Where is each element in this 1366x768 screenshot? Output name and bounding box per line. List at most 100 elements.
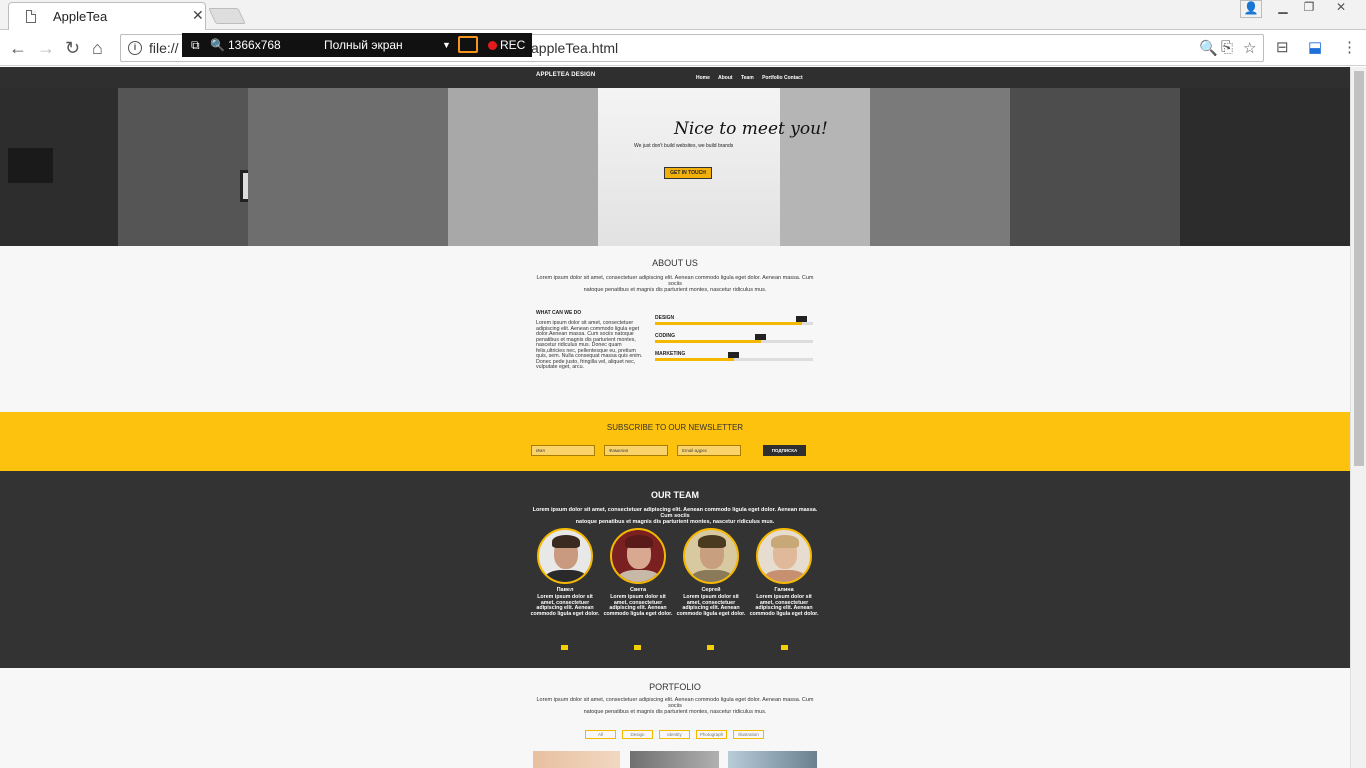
- portfolio-section: PORTFOLIO Lorem ipsum dolor sit amet, co…: [0, 668, 1350, 768]
- social-icon[interactable]: [634, 645, 641, 650]
- skill-label: DESIGN: [655, 315, 675, 321]
- nav-home[interactable]: Home: [696, 75, 710, 81]
- skill-track: [655, 352, 813, 361]
- chevron-down-icon[interactable]: ▼: [442, 40, 451, 50]
- hero-title: Nice to meet you!: [674, 119, 828, 139]
- what-we-do-title: WHAT CAN WE DO: [536, 310, 582, 316]
- info-icon[interactable]: i: [128, 41, 142, 55]
- nav-team[interactable]: Team: [741, 75, 754, 81]
- nav-about[interactable]: About: [718, 75, 732, 81]
- kfc-sign: [8, 148, 53, 183]
- skill-fill: [655, 322, 802, 325]
- skill-tooltip: [755, 334, 766, 340]
- site-header: APPLETEA DESIGN Home About Team Portfoli…: [0, 67, 1350, 88]
- window-select-icon[interactable]: ⧉: [191, 38, 200, 53]
- building-right-4: [1180, 88, 1350, 246]
- cast-icon[interactable]: ⊟: [1276, 38, 1289, 56]
- social-icon[interactable]: [561, 645, 568, 650]
- hero-section: Nice to meet you! We just don't build we…: [0, 88, 1350, 246]
- tab-close-icon[interactable]: ✕: [192, 7, 204, 24]
- filter-design[interactable]: Design: [622, 730, 653, 739]
- avatar: [756, 528, 812, 584]
- filter-all[interactable]: All: [585, 730, 616, 739]
- skill-tooltip: [796, 316, 807, 322]
- page-scrollbar[interactable]: [1350, 67, 1366, 768]
- portfolio-thumbnail[interactable]: [630, 751, 719, 768]
- camera-icon[interactable]: [458, 36, 478, 53]
- recorder-mode[interactable]: Полный экран: [324, 38, 403, 52]
- portfolio-thumbnail[interactable]: [728, 751, 817, 768]
- restore-icon[interactable]: ❐: [1298, 0, 1320, 20]
- portfolio-thumbnail[interactable]: [533, 751, 620, 768]
- home-icon[interactable]: ⌂: [92, 38, 103, 59]
- social-icon[interactable]: [707, 645, 714, 650]
- window-close-icon[interactable]: ✕: [1324, 0, 1358, 20]
- surname-field[interactable]: Фамилия: [604, 445, 668, 456]
- zoom-icon[interactable]: 🔍: [1199, 39, 1218, 57]
- member-name: Павел: [556, 587, 574, 593]
- portfolio-text-line2: natoque penatibus et magnis dis parturie…: [583, 709, 767, 715]
- new-tab-button[interactable]: [208, 8, 246, 24]
- social-icon[interactable]: [781, 645, 788, 650]
- skill-design: DESIGN: [655, 315, 813, 333]
- member-name: Сергей: [701, 587, 721, 593]
- name-field[interactable]: Имя: [531, 445, 595, 456]
- screen-recorder-bar: ⧉ 🔍 1366x768 Полный экран ▼ REC: [182, 33, 532, 57]
- tab-strip: AppleTea ✕ 👤 ▁ ❐ ✕: [0, 0, 1366, 30]
- record-dot-icon: [488, 41, 497, 50]
- member-bio: Lorem ipsum dolor sit amet, consectetuer…: [530, 594, 600, 617]
- about-section: ABOUT US Lorem ipsum dolor sit amet, con…: [0, 246, 1350, 412]
- menu-icon[interactable]: ⋮: [1342, 38, 1357, 56]
- about-text-line1: Lorem ipsum dolor sit amet, consectetuer…: [536, 275, 814, 287]
- site-logo[interactable]: APPLETEA DESIGN: [536, 72, 595, 78]
- email-field[interactable]: Email-адрес: [677, 445, 741, 456]
- building-right-2: [870, 88, 1010, 246]
- nav-portfolio-contact[interactable]: Portfolio Contact: [762, 75, 803, 81]
- member-name: Света: [629, 587, 647, 593]
- building-left-3: [248, 88, 448, 246]
- back-icon[interactable]: ←: [9, 38, 27, 59]
- newsletter-section: SUBSCRIBE TO OUR NEWSLETTER Имя Фамилия …: [0, 412, 1350, 471]
- building-right-1: [780, 88, 870, 246]
- subscribe-button[interactable]: ПОДПИСКА: [763, 445, 806, 456]
- building-left-2: [118, 88, 248, 246]
- minimize-icon[interactable]: ▁: [1272, 0, 1294, 20]
- translate-icon[interactable]: ⎘: [1221, 39, 1233, 56]
- skill-label: CODING: [655, 333, 675, 339]
- member-bio: Lorem ipsum dolor sit amet, consectetuer…: [603, 594, 673, 617]
- skill-label: MARKETING: [655, 351, 686, 357]
- portfolio-title: PORTFOLIO: [649, 682, 701, 692]
- recorder-resolution[interactable]: 1366x768: [228, 38, 281, 52]
- site-nav: Home About Team Portfolio Contact: [696, 75, 810, 81]
- zoom-icon[interactable]: 🔍: [210, 38, 225, 52]
- team-title: OUR TEAM: [651, 490, 699, 500]
- what-we-do-text: Lorem ipsum dolor sit amet, consectetuer…: [536, 320, 643, 370]
- scrollbar-thumb[interactable]: [1354, 71, 1364, 466]
- newsletter-title: SUBSCRIBE TO OUR NEWSLETTER: [606, 423, 744, 432]
- about-title: ABOUT US: [652, 258, 698, 268]
- building-right-3: [1010, 88, 1180, 246]
- filter-photograph[interactable]: Photograph: [696, 730, 727, 739]
- avatar: [683, 528, 739, 584]
- team-text-line2: natoque penatibus et magnis dis parturie…: [575, 519, 775, 525]
- bookmark-star-icon[interactable]: ☆: [1243, 39, 1256, 57]
- hero-subtitle: We just don't build websites, we build b…: [634, 143, 734, 149]
- skill-fill: [655, 340, 761, 343]
- get-in-touch-button[interactable]: GET IN TOUCH: [664, 167, 712, 179]
- profile-icon[interactable]: 👤: [1240, 0, 1262, 18]
- portfolio-text-line1: Lorem ipsum dolor sit amet, consectetuer…: [536, 697, 814, 709]
- about-text-line2: natoque penatibus et magnis dis parturie…: [583, 287, 767, 293]
- team-text-line1: Lorem ipsum dolor sit amet, consectetuer…: [532, 507, 818, 519]
- forward-icon[interactable]: →: [37, 38, 55, 59]
- reload-icon[interactable]: ↻: [65, 38, 80, 59]
- browser-tab[interactable]: AppleTea ✕: [8, 2, 206, 30]
- filter-identity[interactable]: Identity: [659, 730, 690, 739]
- filter-illustration[interactable]: Illustration: [733, 730, 764, 739]
- building-left-4: [448, 88, 598, 246]
- avatar: [537, 528, 593, 584]
- page-icon: [26, 10, 36, 23]
- member-name: Галина: [774, 587, 794, 593]
- record-button[interactable]: REC: [500, 38, 525, 52]
- skill-track: [655, 334, 813, 343]
- extension-icon[interactable]: ⬓: [1308, 38, 1322, 56]
